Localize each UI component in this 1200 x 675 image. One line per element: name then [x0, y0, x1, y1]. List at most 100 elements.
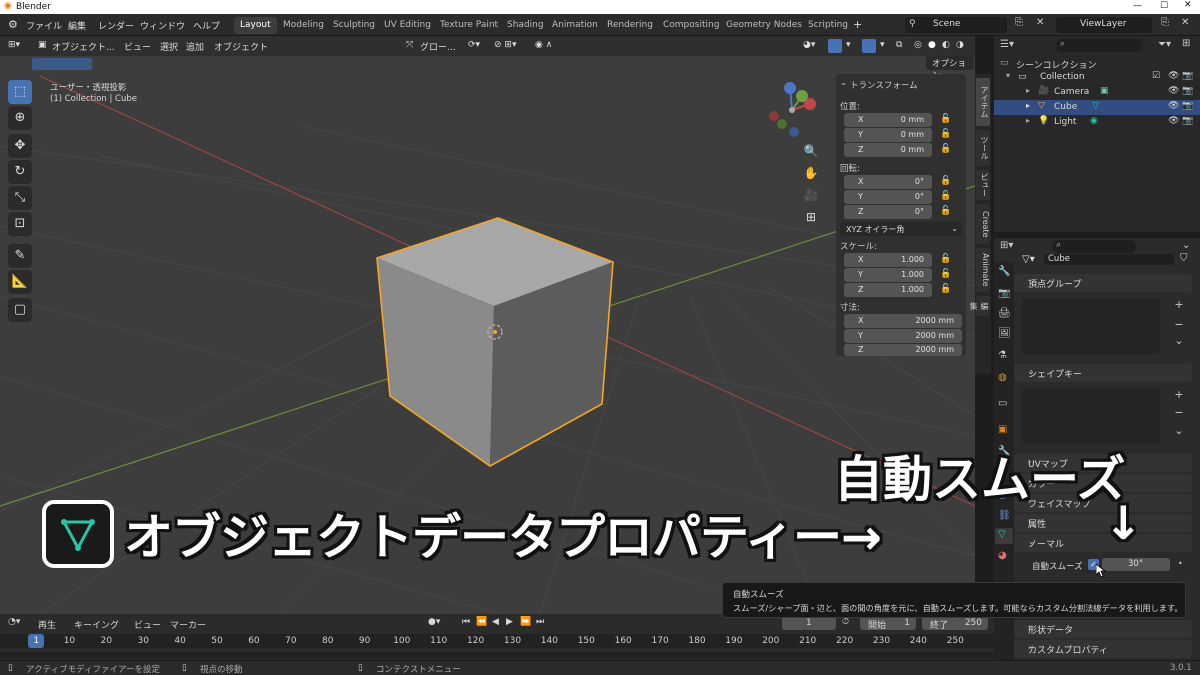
camera-render-icon[interactable]: 📷: [1182, 71, 1193, 81]
location-x-field[interactable]: X0 mm: [844, 113, 932, 127]
add-vertex-group-button[interactable]: +: [1172, 298, 1186, 312]
rotation-y-field[interactable]: Y 0°: [844, 190, 932, 204]
list-item[interactable]: ▾ ▭ Collection ☑ 👁 📷: [994, 70, 1200, 85]
current-frame-field[interactable]: 1: [782, 616, 836, 630]
lock-icon[interactable]: 🔓: [940, 254, 951, 264]
wireframe-shading-icon[interactable]: ◎: [914, 40, 922, 50]
record-icon[interactable]: ●▾: [428, 617, 440, 627]
rotation-z-field[interactable]: Z 0°: [844, 205, 932, 219]
add-shape-key-button[interactable]: +: [1172, 388, 1186, 402]
expand-chevron-icon[interactable]: ▸: [1026, 116, 1030, 125]
tab-shading[interactable]: Shading: [501, 17, 550, 34]
pivot-point-icon[interactable]: ⟳▾: [468, 40, 480, 50]
material-properties-icon[interactable]: ◕: [998, 550, 1007, 561]
remove-view-layer-icon[interactable]: ✕: [1181, 17, 1189, 28]
eye-icon[interactable]: 👁: [1168, 71, 1179, 81]
location-y-field[interactable]: Y0 mm: [844, 128, 932, 142]
tab-create[interactable]: Create: [976, 204, 990, 244]
tab-animation[interactable]: Animation: [546, 17, 604, 34]
remove-shape-key-button[interactable]: −: [1172, 406, 1186, 420]
add-workspace-button[interactable]: +: [853, 18, 862, 31]
checkbox-icon[interactable]: ☑: [1152, 71, 1160, 81]
dimensions-x-field[interactable]: X 2000 mm: [844, 314, 962, 328]
render-properties-icon[interactable]: 📷: [998, 288, 1010, 299]
jump-keyframe-back-icon[interactable]: ⏪: [476, 617, 487, 627]
tab-modeling[interactable]: Modeling: [277, 17, 330, 34]
tab-edit[interactable]: 編集: [969, 296, 990, 316]
play-reverse-icon[interactable]: ◀: [492, 617, 499, 627]
menu-window[interactable]: ウィンドウ: [140, 19, 185, 32]
measure-tool-icon[interactable]: 📐: [8, 270, 32, 294]
selection-mode-icons[interactable]: [32, 58, 92, 70]
properties-search-input[interactable]: ⌕: [1052, 240, 1136, 253]
tab-animate[interactable]: Animate: [976, 248, 990, 292]
tab-tool[interactable]: ツール: [976, 130, 990, 166]
play-icon[interactable]: ▶: [506, 617, 513, 627]
start-frame-field[interactable]: 開始 1: [860, 616, 916, 631]
end-frame-field[interactable]: 終了 250: [922, 616, 988, 631]
scale-y-field[interactable]: Y 1.000: [844, 268, 932, 282]
tab-sculpting[interactable]: Sculpting: [327, 17, 381, 34]
add-cube-tool-icon[interactable]: ▢: [8, 298, 32, 322]
tab-rendering[interactable]: Rendering: [601, 17, 659, 34]
expand-chevron-icon[interactable]: ▾: [1006, 71, 1010, 80]
outliner-editor-icon[interactable]: ☰▾: [1000, 39, 1014, 50]
move-tool-icon[interactable]: ✥: [8, 134, 32, 158]
camera-render-icon[interactable]: 📷: [1182, 101, 1193, 111]
minimize-icon[interactable]: —: [1133, 1, 1142, 11]
lock-icon[interactable]: 🔓: [940, 144, 951, 154]
menu-file[interactable]: ファイル: [26, 19, 62, 32]
eye-icon[interactable]: 👁: [1168, 116, 1179, 126]
menu-edit[interactable]: 編集: [68, 19, 86, 32]
fake-user-shield-icon[interactable]: ⛉: [1180, 253, 1188, 264]
camera-view-icon[interactable]: 🎥: [802, 186, 820, 204]
panel-vertex-groups[interactable]: ⌄ 頂点グループ: [1014, 274, 1192, 292]
timeline-editor-icon[interactable]: ◔▾: [8, 617, 20, 627]
menu-timeline-view[interactable]: ビュー: [134, 618, 161, 631]
auto-smooth-angle-field[interactable]: 30°: [1102, 558, 1170, 571]
list-item[interactable]: ▸ 💡 Light ◉ 👁 📷: [994, 115, 1200, 130]
overlay-dropdown-icon[interactable]: ▾: [880, 40, 885, 50]
panel-shape-keys[interactable]: ⌄ シェイプキー: [1014, 364, 1192, 382]
solid-shading-icon[interactable]: ●: [928, 40, 936, 50]
tab-layout[interactable]: Layout: [234, 17, 277, 34]
menu-keying[interactable]: キーイング: [74, 618, 119, 631]
outliner-search-input[interactable]: ⌕: [1056, 39, 1142, 52]
lock-icon[interactable]: 🔓: [940, 129, 951, 139]
copy-view-layer-icon[interactable]: ⎘: [1161, 17, 1169, 28]
shape-key-list[interactable]: [1022, 388, 1160, 444]
lock-icon[interactable]: 🔓: [940, 269, 951, 279]
menu-render[interactable]: レンダー: [98, 19, 134, 32]
list-item[interactable]: ▸ 🎥 Camera ▣ 👁 📷: [994, 85, 1200, 100]
menu-add[interactable]: 追加: [186, 40, 204, 53]
scale-tool-icon[interactable]: ⤡: [8, 186, 32, 210]
lock-icon[interactable]: 🔓: [940, 191, 951, 201]
expand-chevron-icon[interactable]: ▸: [1026, 101, 1030, 110]
tab-item[interactable]: アイテム: [976, 78, 990, 126]
transform-tool-icon[interactable]: ⊡: [8, 212, 32, 236]
zoom-icon[interactable]: 🔍: [802, 142, 820, 160]
menu-marker[interactable]: マーカー: [170, 618, 206, 631]
eye-icon[interactable]: 👁: [1168, 101, 1179, 111]
cursor-tool-icon[interactable]: ⊕: [8, 106, 32, 130]
pan-hand-icon[interactable]: ✋: [802, 164, 820, 182]
dimensions-z-field[interactable]: Z 2000 mm: [844, 344, 962, 356]
filter-icon[interactable]: ⏷▾: [1158, 39, 1171, 50]
vertex-group-menu-icon[interactable]: ⌄: [1172, 334, 1186, 348]
tab-view[interactable]: ビュー: [976, 170, 990, 200]
copy-scene-icon[interactable]: ⎘: [1015, 17, 1023, 28]
menu-select[interactable]: 選択: [160, 40, 178, 53]
proportional-edit-icon[interactable]: ◉ ∧: [535, 40, 552, 50]
view-layer-selector[interactable]: ViewLayer: [1056, 17, 1152, 33]
remove-scene-icon[interactable]: ✕: [1036, 17, 1044, 28]
lock-icon[interactable]: 🔓: [940, 206, 951, 216]
tab-scripting[interactable]: Scripting: [802, 17, 854, 34]
scene-selector[interactable]: ⚲ Scene: [905, 17, 1007, 33]
mesh-name-field[interactable]: Cube: [1044, 254, 1174, 265]
keyframe-dot-icon[interactable]: •: [1178, 559, 1183, 568]
snap-icon[interactable]: ⊘ ⊞▾: [494, 40, 516, 50]
tab-geometry-nodes[interactable]: Geometry Nodes: [720, 17, 808, 34]
rotation-mode-dropdown[interactable]: XYZ オイラー角 ⌄: [840, 222, 962, 236]
material-shading-icon[interactable]: ◐: [942, 40, 950, 50]
editor-type-icon[interactable]: ⊞▾: [8, 40, 20, 50]
